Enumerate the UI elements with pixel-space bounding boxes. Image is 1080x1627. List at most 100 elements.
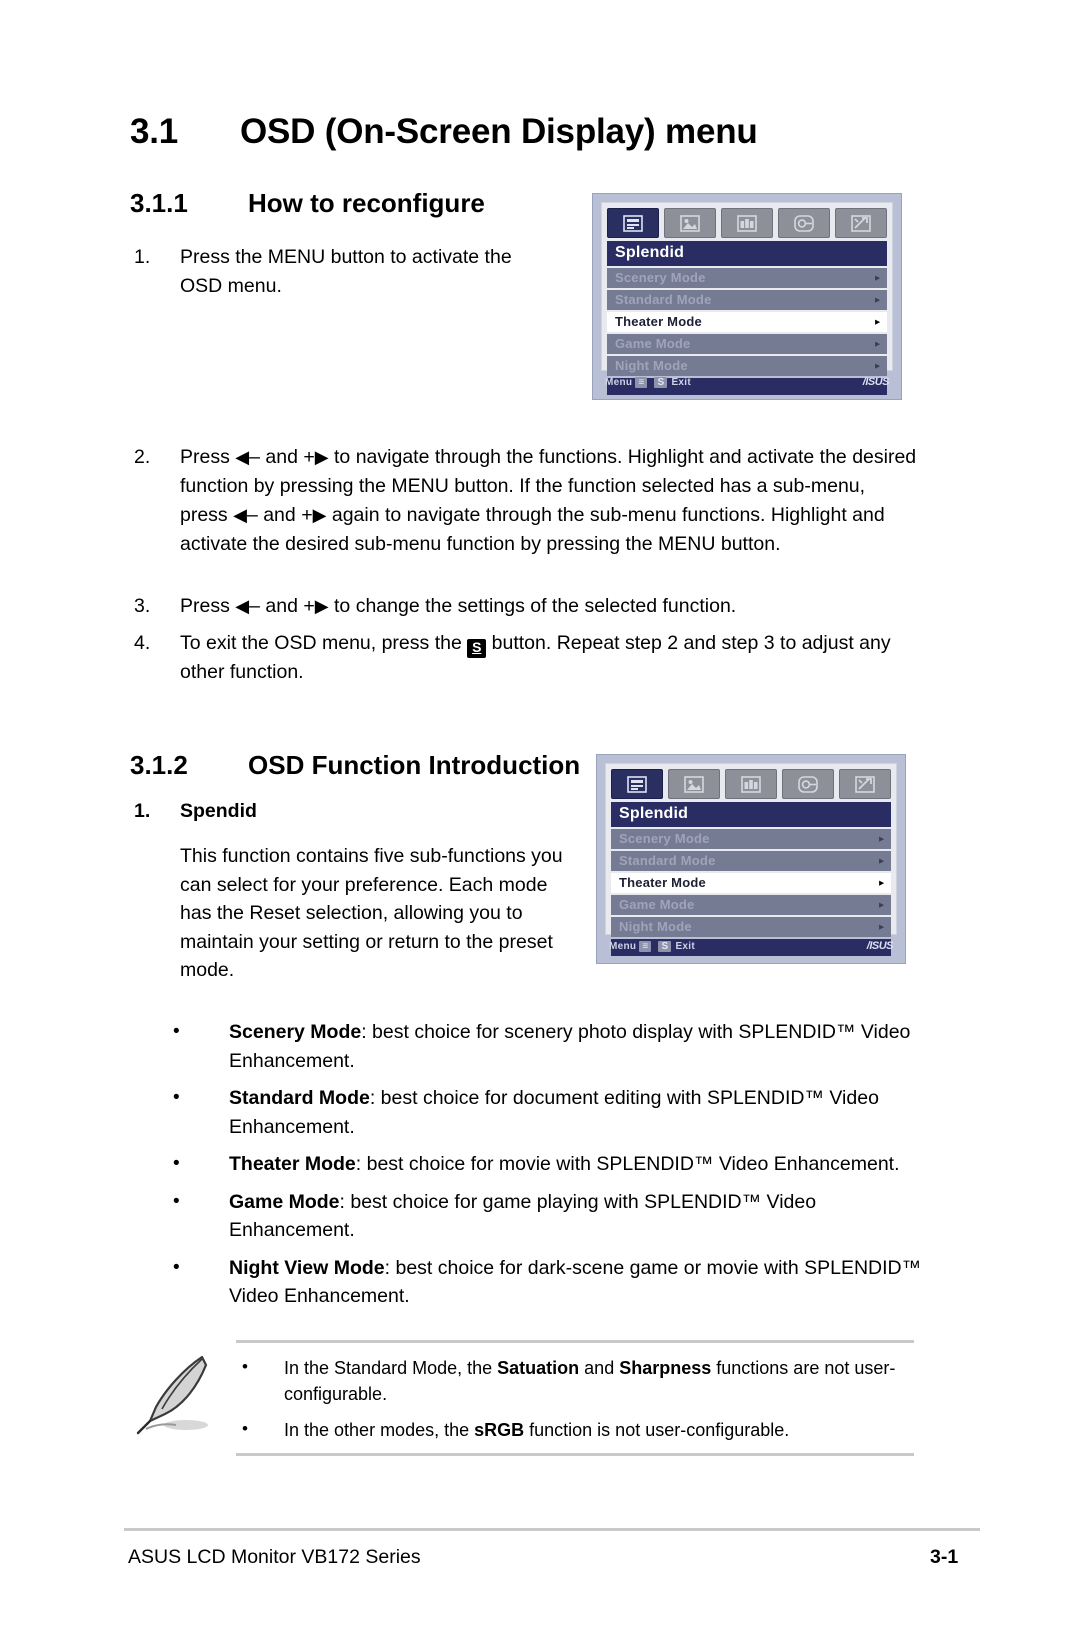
osd-row-game-mode[interactable]: Game Mode ▸ bbox=[607, 334, 887, 354]
s-exit-button-icon: S bbox=[467, 639, 487, 658]
page-title-text: OSD (On-Screen Display) menu bbox=[240, 112, 758, 151]
osd-row-label: Night Mode bbox=[615, 358, 688, 373]
step2-part5: – and bbox=[246, 504, 296, 526]
input-select-tab-icon[interactable] bbox=[782, 769, 834, 799]
quill-pen-icon bbox=[132, 1351, 228, 1437]
step3-part4: to change the settings of the selected f… bbox=[334, 595, 737, 617]
section-title-3-1-2: OSD Function Introduction bbox=[248, 750, 581, 780]
osd-row-theater-mode[interactable]: Theater Mode ▸ bbox=[607, 312, 887, 332]
color-tab-icon[interactable] bbox=[721, 208, 773, 238]
bullet-icon: • bbox=[242, 1357, 248, 1376]
osd-menu-title: Splendid bbox=[611, 802, 891, 827]
mode-name: Night View Mode bbox=[229, 1256, 385, 1279]
exit-key-icon: S bbox=[654, 376, 668, 388]
osd-row-night-mode[interactable]: Night Mode ▸ bbox=[607, 356, 887, 376]
list-item: • Night View Mode: best choice for dark-s… bbox=[165, 1254, 925, 1311]
chevron-right-icon: ▸ bbox=[879, 855, 884, 866]
mode-bullet-list: • Scenery Mode: best choice for scenery p… bbox=[165, 1018, 925, 1320]
mode-name: Theater Mode bbox=[229, 1153, 356, 1175]
chevron-right-icon: ▸ bbox=[875, 294, 880, 305]
mode-name: Standard Mode bbox=[229, 1087, 370, 1109]
step3-part1: Press bbox=[180, 595, 230, 617]
section-title-3-1-1: How to reconfigure bbox=[248, 188, 485, 218]
step-text: Press the MENU button to activate the OS… bbox=[180, 246, 512, 297]
mode-name: Scenery Mode bbox=[229, 1021, 362, 1043]
splendid-tab-icon[interactable] bbox=[611, 769, 663, 799]
step-marker: 2. bbox=[134, 446, 151, 468]
chevron-right-icon: ▸ bbox=[875, 316, 880, 327]
document-page: 3.1 OSD (On-Screen Display) menu 3.1.1 How… bbox=[0, 0, 1080, 1627]
note-text-part2: and bbox=[579, 1358, 620, 1378]
image-tab-icon[interactable] bbox=[668, 769, 720, 799]
note-bottom-divider bbox=[236, 1453, 914, 1456]
osd-row-scenery-mode[interactable]: Scenery Mode ▸ bbox=[611, 829, 891, 849]
chevron-right-icon: ▸ bbox=[875, 360, 880, 371]
step-marker: 1. bbox=[134, 246, 151, 268]
step2-part2: – and bbox=[249, 446, 298, 468]
system-setup-tab-icon[interactable] bbox=[835, 208, 887, 238]
footer-product-name: ASUS LCD Monitor VB172 Series bbox=[128, 1546, 421, 1568]
image-tab-icon[interactable] bbox=[664, 208, 716, 238]
bullet-icon: • bbox=[173, 1190, 180, 1212]
color-tab-icon[interactable] bbox=[725, 769, 777, 799]
osd-exit-hint-label: Exit bbox=[671, 376, 691, 388]
osd-row-label: Standard Mode bbox=[615, 292, 712, 307]
bullet-icon: • bbox=[242, 1419, 248, 1438]
mode-desc: : best choice for movie with SPLENDID™ V… bbox=[355, 1153, 900, 1175]
step-marker: 4. bbox=[134, 632, 151, 654]
system-setup-tab-icon[interactable] bbox=[839, 769, 891, 799]
osd-frame: Splendid Scenery Mode ▸ Standard Mode ▸ Th… bbox=[605, 763, 897, 956]
right-arrow-icon bbox=[315, 596, 329, 617]
step2-plus: + bbox=[303, 446, 315, 468]
step2-plus2: + bbox=[301, 504, 313, 526]
list-item: • Scenery Mode: best choice for scenery p… bbox=[165, 1018, 925, 1075]
osd-status-bar: Menu ≡ S Exit /ISUS bbox=[605, 935, 897, 957]
section-heading-3-1-1: 3.1.1 How to reconfigure bbox=[130, 188, 485, 219]
input-select-tab-icon[interactable] bbox=[778, 208, 830, 238]
chevron-right-icon: ▸ bbox=[875, 272, 880, 283]
note-bold-1: Satuation bbox=[497, 1358, 580, 1378]
left-arrow-icon bbox=[235, 596, 249, 617]
bullet-icon: • bbox=[173, 1256, 180, 1278]
chevron-right-icon: ▸ bbox=[879, 899, 884, 910]
left-arrow-icon bbox=[233, 505, 247, 526]
chevron-right-icon: ▸ bbox=[879, 833, 884, 844]
splendid-tab-icon[interactable] bbox=[607, 208, 659, 238]
osd-row-standard-mode[interactable]: Standard Mode ▸ bbox=[607, 290, 887, 310]
note-bold-1: sRGB bbox=[474, 1420, 525, 1440]
bullet-icon: • bbox=[173, 1153, 180, 1174]
osd-row-label: Scenery Mode bbox=[615, 270, 706, 285]
osd-row-label: Scenery Mode bbox=[619, 831, 710, 846]
footer-divider bbox=[124, 1528, 980, 1531]
step-marker: 3. bbox=[134, 595, 151, 617]
step-item-3: 3. Press – and + to change the settings … bbox=[134, 592, 924, 621]
osd-row-label: Theater Mode bbox=[615, 314, 702, 329]
splendid-item-number: 1. bbox=[134, 800, 151, 822]
note-text-part1: In the other modes, the bbox=[284, 1420, 475, 1440]
section-number-3-1-2: 3.1.2 bbox=[130, 750, 188, 780]
step-item-4: 4. To exit the OSD menu, press the S but… bbox=[134, 629, 924, 687]
osd-row-label: Game Mode bbox=[619, 897, 695, 912]
step-item-2: 2. Press – and + to navigate through the… bbox=[134, 443, 924, 559]
osd-row-theater-mode[interactable]: Theater Mode ▸ bbox=[611, 873, 891, 893]
osd-row-label: Standard Mode bbox=[619, 853, 716, 868]
osd-row-night-mode[interactable]: Night Mode ▸ bbox=[611, 917, 891, 937]
asus-logo: /ISUS bbox=[866, 940, 894, 952]
osd-exit-hint-label: Exit bbox=[675, 940, 695, 952]
osd-row-scenery-mode[interactable]: Scenery Mode ▸ bbox=[607, 268, 887, 288]
step-item-1: 1. Press the MENU button to activate the… bbox=[134, 243, 534, 301]
note-callout: • In the Standard Mode, the Satuation and… bbox=[124, 1340, 914, 1456]
osd-row-label: Night Mode bbox=[619, 919, 692, 934]
osd-row-game-mode[interactable]: Game Mode ▸ bbox=[611, 895, 891, 915]
step3-part2: – and bbox=[249, 595, 298, 617]
osd-tab-bar bbox=[607, 208, 887, 238]
menu-key-icon: ≡ bbox=[635, 376, 648, 388]
list-item: • Game Mode: best choice for game playing… bbox=[165, 1188, 925, 1245]
osd-row-standard-mode[interactable]: Standard Mode ▸ bbox=[611, 851, 891, 871]
note-text-part2: function is not user-configurable. bbox=[524, 1420, 790, 1440]
step-text: Press – and + to change the settings of … bbox=[180, 592, 924, 621]
note-text-part1: In the Standard Mode, the bbox=[284, 1358, 498, 1378]
step2-part1: Press bbox=[180, 446, 230, 468]
bullet-icon: • bbox=[173, 1087, 180, 1108]
right-arrow-icon bbox=[313, 505, 327, 526]
